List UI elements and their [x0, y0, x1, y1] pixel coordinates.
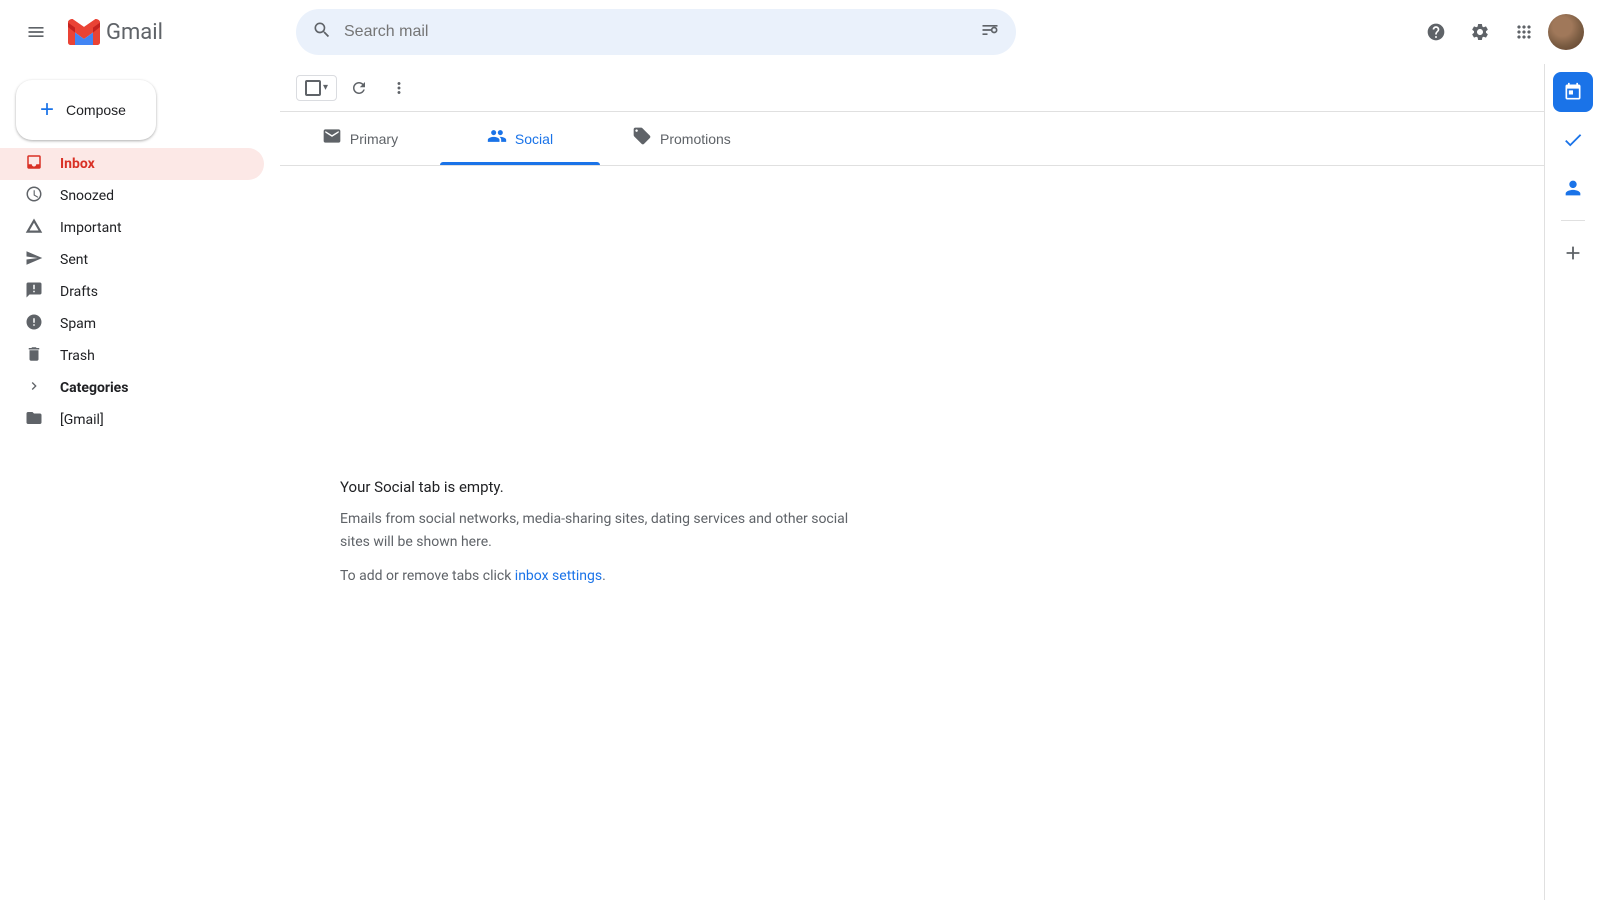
right-panel — [1544, 64, 1600, 900]
snoozed-label: Snoozed — [60, 188, 248, 204]
sidebar-item-gmail[interactable]: [Gmail] — [0, 404, 264, 436]
sidebar-item-trash[interactable]: Trash — [0, 340, 264, 372]
trash-label: Trash — [60, 348, 248, 364]
search-input[interactable] — [344, 23, 968, 41]
important-label: Important — [60, 220, 248, 236]
search-bar — [296, 9, 1016, 55]
empty-link-prefix: To add or remove tabs click — [340, 568, 515, 584]
app-title: Gmail — [106, 20, 163, 45]
sidebar-item-snoozed[interactable]: Snoozed — [0, 180, 264, 212]
sidebar-item-inbox[interactable]: Inbox — [0, 148, 264, 180]
sidebar-item-spam[interactable]: Spam — [0, 308, 264, 340]
sent-icon — [24, 249, 44, 271]
inbox-label: Inbox — [60, 156, 248, 172]
content-area: ▾ Primary Social — [280, 64, 1544, 900]
empty-state-description: Emails from social networks, media-shari… — [340, 508, 860, 553]
topbar: Gmail — [0, 0, 1600, 64]
empty-link-suffix: . — [602, 568, 606, 584]
refresh-button[interactable] — [341, 70, 377, 106]
spam-label: Spam — [60, 316, 248, 332]
compose-label: Compose — [66, 102, 126, 118]
toolbar: ▾ — [280, 64, 1544, 112]
categories-label: Categories — [60, 380, 128, 396]
important-icon — [24, 217, 44, 239]
search-filter-icon[interactable] — [980, 20, 1000, 45]
empty-state-link-row: To add or remove tabs click inbox settin… — [340, 565, 606, 587]
snoozed-icon — [24, 185, 44, 207]
checkbox-dropdown-arrow: ▾ — [323, 82, 328, 93]
empty-state: Your Social tab is empty. Emails from so… — [280, 166, 1544, 900]
select-checkbox-button[interactable]: ▾ — [296, 75, 337, 101]
promotions-tab-label: Promotions — [660, 131, 731, 147]
drafts-label: Drafts — [60, 284, 248, 300]
primary-tab-label: Primary — [350, 131, 398, 147]
search-icon — [312, 20, 332, 45]
add-app-button[interactable] — [1553, 233, 1593, 273]
tab-social[interactable]: Social — [440, 112, 600, 165]
sidebar-item-drafts[interactable]: Drafts — [0, 276, 264, 308]
expand-icon — [24, 378, 44, 398]
help-button[interactable] — [1416, 12, 1456, 52]
empty-desc-text: Emails from social networks, media-shari… — [340, 511, 848, 549]
trash-icon — [24, 345, 44, 367]
tab-promotions[interactable]: Promotions — [600, 112, 763, 165]
sidebar-item-categories[interactable]: Categories — [0, 372, 264, 404]
inbox-icon — [24, 153, 44, 175]
gmail-folder-icon — [24, 409, 44, 431]
social-tab-icon — [487, 126, 507, 151]
topbar-left: Gmail — [16, 12, 296, 52]
right-panel-divider — [1561, 220, 1585, 221]
more-options-button[interactable] — [381, 70, 417, 106]
hamburger-menu-button[interactable] — [16, 12, 56, 52]
social-tab-label: Social — [515, 131, 553, 147]
tabs-bar: Primary Social Promotions — [280, 112, 1544, 166]
settings-button[interactable] — [1460, 12, 1500, 52]
drafts-icon — [24, 281, 44, 303]
avatar-image — [1548, 14, 1584, 50]
tasks-panel-button[interactable] — [1553, 120, 1593, 160]
contacts-panel-button[interactable] — [1553, 168, 1593, 208]
compose-plus-icon: + — [40, 96, 54, 124]
avatar[interactable] — [1548, 14, 1584, 50]
calendar-panel-button[interactable] — [1553, 72, 1593, 112]
empty-state-title: Your Social tab is empty. — [340, 478, 504, 496]
tab-primary[interactable]: Primary — [280, 112, 440, 165]
sidebar-item-sent[interactable]: Sent — [0, 244, 264, 276]
apps-button[interactable] — [1504, 12, 1544, 52]
spam-icon — [24, 313, 44, 335]
topbar-right — [1416, 12, 1584, 52]
gmail-folder-label: [Gmail] — [60, 412, 104, 428]
promotions-tab-icon — [632, 126, 652, 151]
gmail-logo[interactable]: Gmail — [66, 19, 163, 46]
sidebar: + Compose Inbox Snoozed Important — [0, 64, 280, 900]
inbox-settings-link[interactable]: inbox settings — [515, 568, 602, 584]
primary-tab-icon — [322, 126, 342, 151]
sent-label: Sent — [60, 252, 248, 268]
compose-button[interactable]: + Compose — [16, 80, 156, 140]
main-layout: + Compose Inbox Snoozed Important — [0, 64, 1600, 900]
sidebar-item-important[interactable]: Important — [0, 212, 264, 244]
checkbox-square — [305, 80, 321, 96]
